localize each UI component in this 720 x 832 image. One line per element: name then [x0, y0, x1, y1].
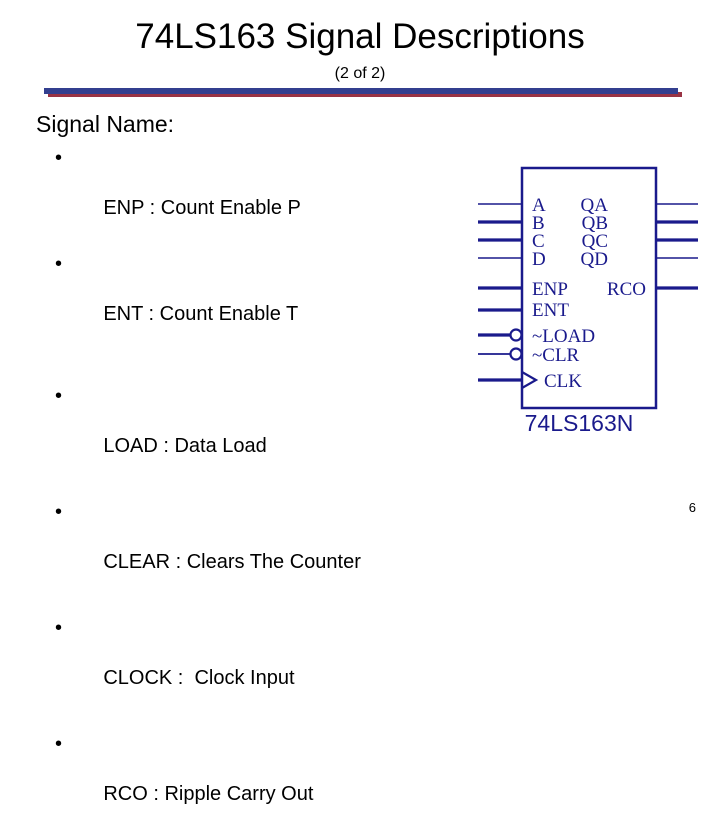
title-block: 74LS163 Signal Descriptions (2 of 2) — [0, 16, 720, 84]
pin-label-qd: QD — [581, 249, 608, 270]
pin-label-clr: ~CLR — [532, 345, 580, 366]
bullet-icon: • — [55, 617, 63, 639]
list-item-label: CLEAR : Clears The Counter — [103, 551, 361, 573]
list-item: • ENP : Count Enable P — [36, 146, 476, 246]
schematic-drawing: A B C D ENP ENT ~LOAD ~CLR CLK QA QB QC … — [478, 166, 698, 410]
pin-label-clk: CLK — [544, 371, 582, 392]
bullet-icon: • — [55, 253, 63, 275]
list-item-label: CLOCK : Clock Input — [103, 667, 295, 689]
divider-rule-blue — [44, 88, 678, 94]
bullet-icon: • — [55, 501, 63, 523]
list-item-label: LOAD : Data Load — [103, 435, 267, 457]
list-item: • LOAD : Data Load — [36, 384, 476, 484]
page-title: 74LS163 Signal Descriptions — [135, 17, 585, 56]
clock-edge-triangle-icon — [521, 371, 539, 389]
bullet-icon: • — [55, 733, 63, 755]
chip-part-label: 74LS163N — [524, 410, 634, 436]
list-item-label: ENP : Count Enable P — [103, 197, 301, 219]
pin-label-rco: RCO — [607, 279, 646, 300]
page-number: 6 — [688, 500, 696, 515]
list-item-label: RCO : Ripple Carry Out — [103, 783, 314, 805]
inversion-bubble-icon — [509, 347, 523, 361]
pin-label-ent: ENT — [532, 300, 569, 321]
list-item-label: ENT : Count Enable T — [103, 303, 299, 325]
slide: 74LS163 Signal Descriptions (2 of 2) Sig… — [0, 0, 720, 805]
signal-name-heading: Signal Name: — [36, 111, 175, 137]
list-item: • CLOCK : Clock Input — [36, 616, 476, 716]
schematic-74ls163n: A B C D ENP ENT ~LOAD ~CLR CLK QA QB QC … — [470, 160, 710, 450]
bullet-icon: • — [55, 385, 63, 407]
page-subtitle: (2 of 2) — [334, 65, 386, 82]
signal-list: • ENP : Count Enable P • ENT : Count Ena… — [36, 146, 476, 832]
list-item: • RCO : Ripple Carry Out — [36, 732, 476, 832]
divider-rule — [44, 88, 682, 100]
pin-label-load: ~LOAD — [532, 326, 595, 347]
list-item: • CLEAR : Clears The Counter — [36, 500, 476, 600]
inversion-bubble-icon — [509, 328, 523, 342]
pin-label-enp: ENP — [532, 279, 568, 300]
pin-label-d: D — [532, 249, 546, 270]
bullet-icon: • — [55, 147, 63, 169]
list-item: • ENT : Count Enable T — [36, 252, 476, 352]
